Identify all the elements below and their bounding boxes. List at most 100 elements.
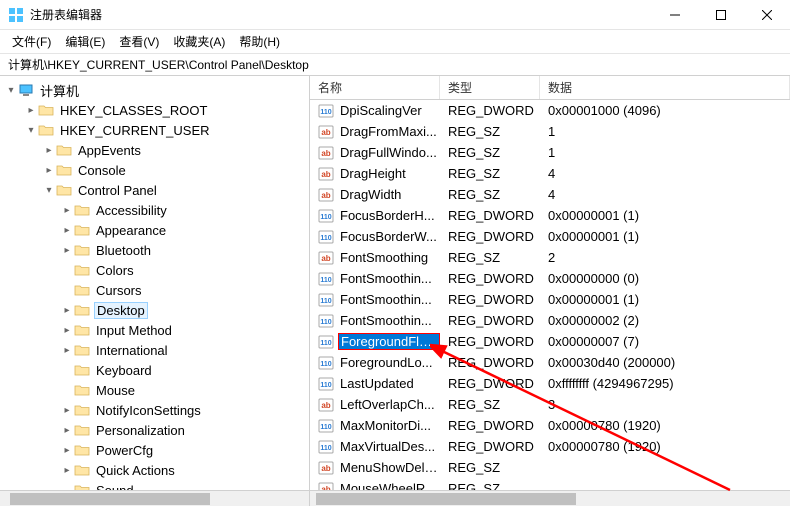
tree-label: AppEvents	[76, 143, 143, 158]
value-name: LastUpdated	[338, 376, 416, 391]
value-type: REG_DWORD	[440, 313, 540, 328]
column-header-data[interactable]: 数据	[540, 76, 790, 99]
menu-bar: 文件(F) 编辑(E) 查看(V) 收藏夹(A) 帮助(H)	[0, 30, 790, 54]
tree-item[interactable]: ▸Quick Actions	[0, 460, 309, 480]
tree-item[interactable]: Keyboard	[0, 360, 309, 380]
tree-expand-toggle[interactable]: ▸	[60, 345, 74, 356]
list-row[interactable]: 110FontSmoothin...REG_DWORD0x00000002 (2…	[310, 310, 790, 331]
tree-expand-toggle[interactable]: ▸	[60, 305, 74, 316]
menu-view[interactable]: 查看(V)	[115, 31, 163, 52]
tree-item[interactable]: ▸ PowerCfg	[0, 440, 309, 460]
list-row[interactable]: 110FocusBorderW...REG_DWORD0x00000001 (1…	[310, 226, 790, 247]
tree-item[interactable]: ▸ Appearance	[0, 220, 309, 240]
list-row[interactable]: 110LastUpdatedREG_DWORD0xffffffff (42949…	[310, 373, 790, 394]
menu-help[interactable]: 帮助(H)	[235, 31, 284, 52]
value-name: MaxMonitorDi...	[338, 418, 433, 433]
tree-item[interactable]: ▾HKEY_CURRENT_USER	[0, 120, 309, 140]
list-row[interactable]: abLeftOverlapCh...REG_SZ3	[310, 394, 790, 415]
registry-value-icon: 110	[318, 314, 334, 328]
list-row[interactable]: 110MaxVirtualDes...REG_DWORD0x00000780 (…	[310, 436, 790, 457]
value-name: FontSmoothing	[338, 250, 430, 265]
tree-expand-toggle[interactable]: ▸	[60, 465, 74, 476]
folder-icon	[56, 163, 72, 177]
tree-expand-toggle[interactable]: ▾	[24, 125, 38, 136]
tree-expand-toggle[interactable]: ▸	[60, 205, 74, 216]
tree-item[interactable]: ▸Input Method	[0, 320, 309, 340]
tree-label: Appearance	[94, 223, 168, 238]
tree-item[interactable]: ▸International	[0, 340, 309, 360]
maximize-button[interactable]	[698, 0, 744, 30]
tree-expand-toggle[interactable]: ▸	[42, 165, 56, 176]
list-row[interactable]: abFontSmoothingREG_SZ2	[310, 247, 790, 268]
tree-expand-toggle[interactable]: ▸	[60, 325, 74, 336]
list-row[interactable]: abMenuShowDelayREG_SZ	[310, 457, 790, 478]
tree-expand-toggle[interactable]: ▸	[24, 105, 38, 116]
registry-value-icon: ab	[318, 251, 334, 265]
tree-item[interactable]: ▾Control Panel	[0, 180, 309, 200]
tree-expand-toggle[interactable]: ▸	[60, 445, 74, 456]
tree-horizontal-scrollbar[interactable]	[0, 490, 309, 506]
column-header-type[interactable]: 类型	[440, 76, 540, 99]
svg-text:ab: ab	[321, 401, 330, 410]
tree-item[interactable]: ▸ AppEvents	[0, 140, 309, 160]
title-bar: 注册表编辑器	[0, 0, 790, 30]
registry-value-icon: ab	[318, 146, 334, 160]
folder-icon	[74, 323, 90, 337]
list-row[interactable]: 110FontSmoothin...REG_DWORD0x00000001 (1…	[310, 289, 790, 310]
tree-item[interactable]: ▸HKEY_CLASSES_ROOT	[0, 100, 309, 120]
tree-root[interactable]: ▾计算机	[0, 80, 309, 100]
list-row[interactable]: 110FontSmoothin...REG_DWORD0x00000000 (0…	[310, 268, 790, 289]
value-name: ForegroundFla...	[338, 333, 440, 350]
list-row[interactable]: abDragFullWindo...REG_SZ1	[310, 142, 790, 163]
tree-item[interactable]: ▸Personalization	[0, 420, 309, 440]
address-bar[interactable]: 计算机\HKEY_CURRENT_USER\Control Panel\Desk…	[0, 54, 790, 76]
tree-item[interactable]: ▸Desktop	[0, 300, 309, 320]
tree-item[interactable]: Colors	[0, 260, 309, 280]
tree-expand-toggle[interactable]: ▾	[42, 185, 56, 196]
list-row[interactable]: abDragFromMaxi...REG_SZ1	[310, 121, 790, 142]
tree-label: PowerCfg	[94, 443, 155, 458]
minimize-button[interactable]	[652, 0, 698, 30]
list-horizontal-scrollbar[interactable]	[310, 490, 790, 506]
column-header-name[interactable]: 名称	[310, 76, 440, 99]
folder-icon	[74, 303, 90, 317]
folder-icon	[38, 103, 54, 117]
list-row[interactable]: abDragHeightREG_SZ4	[310, 163, 790, 184]
tree-expand-toggle[interactable]: ▸	[60, 225, 74, 236]
tree-item[interactable]: Cursors	[0, 280, 309, 300]
tree-item[interactable]: Mouse	[0, 380, 309, 400]
tree-item[interactable]: ▸Bluetooth	[0, 240, 309, 260]
value-data: 0x00030d40 (200000)	[540, 355, 790, 370]
tree-expand-toggle[interactable]: ▸	[60, 245, 74, 256]
tree-item[interactable]: ▸NotifyIconSettings	[0, 400, 309, 420]
tree-item[interactable]: ▸Console	[0, 160, 309, 180]
value-type: REG_DWORD	[440, 355, 540, 370]
value-data: 0x00000001 (1)	[540, 229, 790, 244]
value-type: REG_DWORD	[440, 292, 540, 307]
value-name: FocusBorderW...	[338, 229, 439, 244]
list-row[interactable]: 110ForegroundFla...REG_DWORD0x00000007 (…	[310, 331, 790, 352]
computer-icon	[18, 83, 34, 97]
tree-expand-toggle[interactable]: ▸	[60, 405, 74, 416]
value-data: 0x00000002 (2)	[540, 313, 790, 328]
tree-expand-toggle[interactable]: ▸	[42, 145, 56, 156]
tree-item[interactable]: ▸Accessibility	[0, 200, 309, 220]
value-name: FontSmoothin...	[338, 292, 434, 307]
list-row[interactable]: 110DpiScalingVerREG_DWORD0x00001000 (409…	[310, 100, 790, 121]
value-name: DragFromMaxi...	[338, 124, 439, 139]
menu-favorites[interactable]: 收藏夹(A)	[169, 31, 229, 52]
registry-value-icon: ab	[318, 167, 334, 181]
tree-expand-toggle[interactable]: ▸	[60, 425, 74, 436]
list-row[interactable]: 110ForegroundLo...REG_DWORD0x00030d40 (2…	[310, 352, 790, 373]
list-row[interactable]: abDragWidthREG_SZ4	[310, 184, 790, 205]
list-row[interactable]: 110FocusBorderH...REG_DWORD0x00000001 (1…	[310, 205, 790, 226]
folder-icon	[74, 283, 90, 297]
value-data: 2	[540, 250, 790, 265]
close-button[interactable]	[744, 0, 790, 30]
value-type: REG_SZ	[440, 397, 540, 412]
value-name: LeftOverlapCh...	[338, 397, 437, 412]
svg-text:110: 110	[320, 298, 331, 305]
menu-file[interactable]: 文件(F)	[8, 31, 55, 52]
list-row[interactable]: 110MaxMonitorDi...REG_DWORD0x00000780 (1…	[310, 415, 790, 436]
menu-edit[interactable]: 编辑(E)	[61, 31, 109, 52]
